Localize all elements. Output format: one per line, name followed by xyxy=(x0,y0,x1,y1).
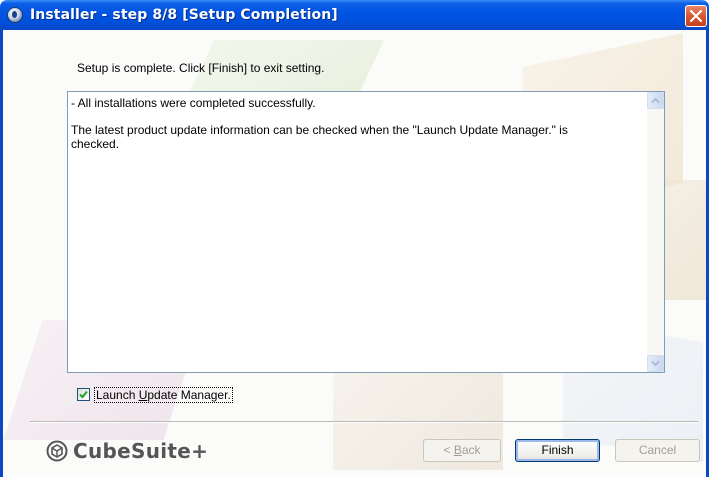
completion-log-textarea[interactable]: - All installations were completed succe… xyxy=(67,91,665,373)
installer-window: Installer - step 8/8 [Setup Completion] … xyxy=(0,0,709,477)
launch-update-manager-checkbox[interactable] xyxy=(77,388,90,401)
chevron-down-icon xyxy=(651,360,660,367)
app-icon xyxy=(7,7,23,23)
footer-separator xyxy=(30,421,698,423)
close-button[interactable] xyxy=(685,5,707,27)
checkmark-icon xyxy=(79,390,88,399)
logo-text: CubeSuite+ xyxy=(73,439,209,463)
checkbox-label[interactable]: Launch Update Manager. xyxy=(94,387,233,403)
title-bar[interactable]: Installer - step 8/8 [Setup Completion] xyxy=(0,0,709,30)
log-line: checked. xyxy=(71,137,120,151)
vertical-scrollbar[interactable] xyxy=(647,92,664,372)
back-button[interactable]: < Back xyxy=(423,439,501,462)
scroll-up-button[interactable] xyxy=(647,92,664,109)
cancel-button[interactable]: Cancel xyxy=(615,439,700,462)
log-blank-line xyxy=(71,110,641,123)
chevron-up-icon xyxy=(651,97,660,104)
log-content: - All installations were completed succe… xyxy=(71,96,641,151)
instruction-text: Setup is complete. Click [Finish] to exi… xyxy=(77,61,325,75)
window-title: Installer - step 8/8 [Setup Completion] xyxy=(30,7,338,23)
log-line: The latest product update information ca… xyxy=(71,123,568,137)
log-line: - All installations were completed succe… xyxy=(71,96,316,110)
scroll-down-button[interactable] xyxy=(647,355,664,372)
finish-button[interactable]: Finish xyxy=(515,439,600,462)
cube-logo-icon xyxy=(46,440,68,462)
close-icon xyxy=(690,10,702,22)
